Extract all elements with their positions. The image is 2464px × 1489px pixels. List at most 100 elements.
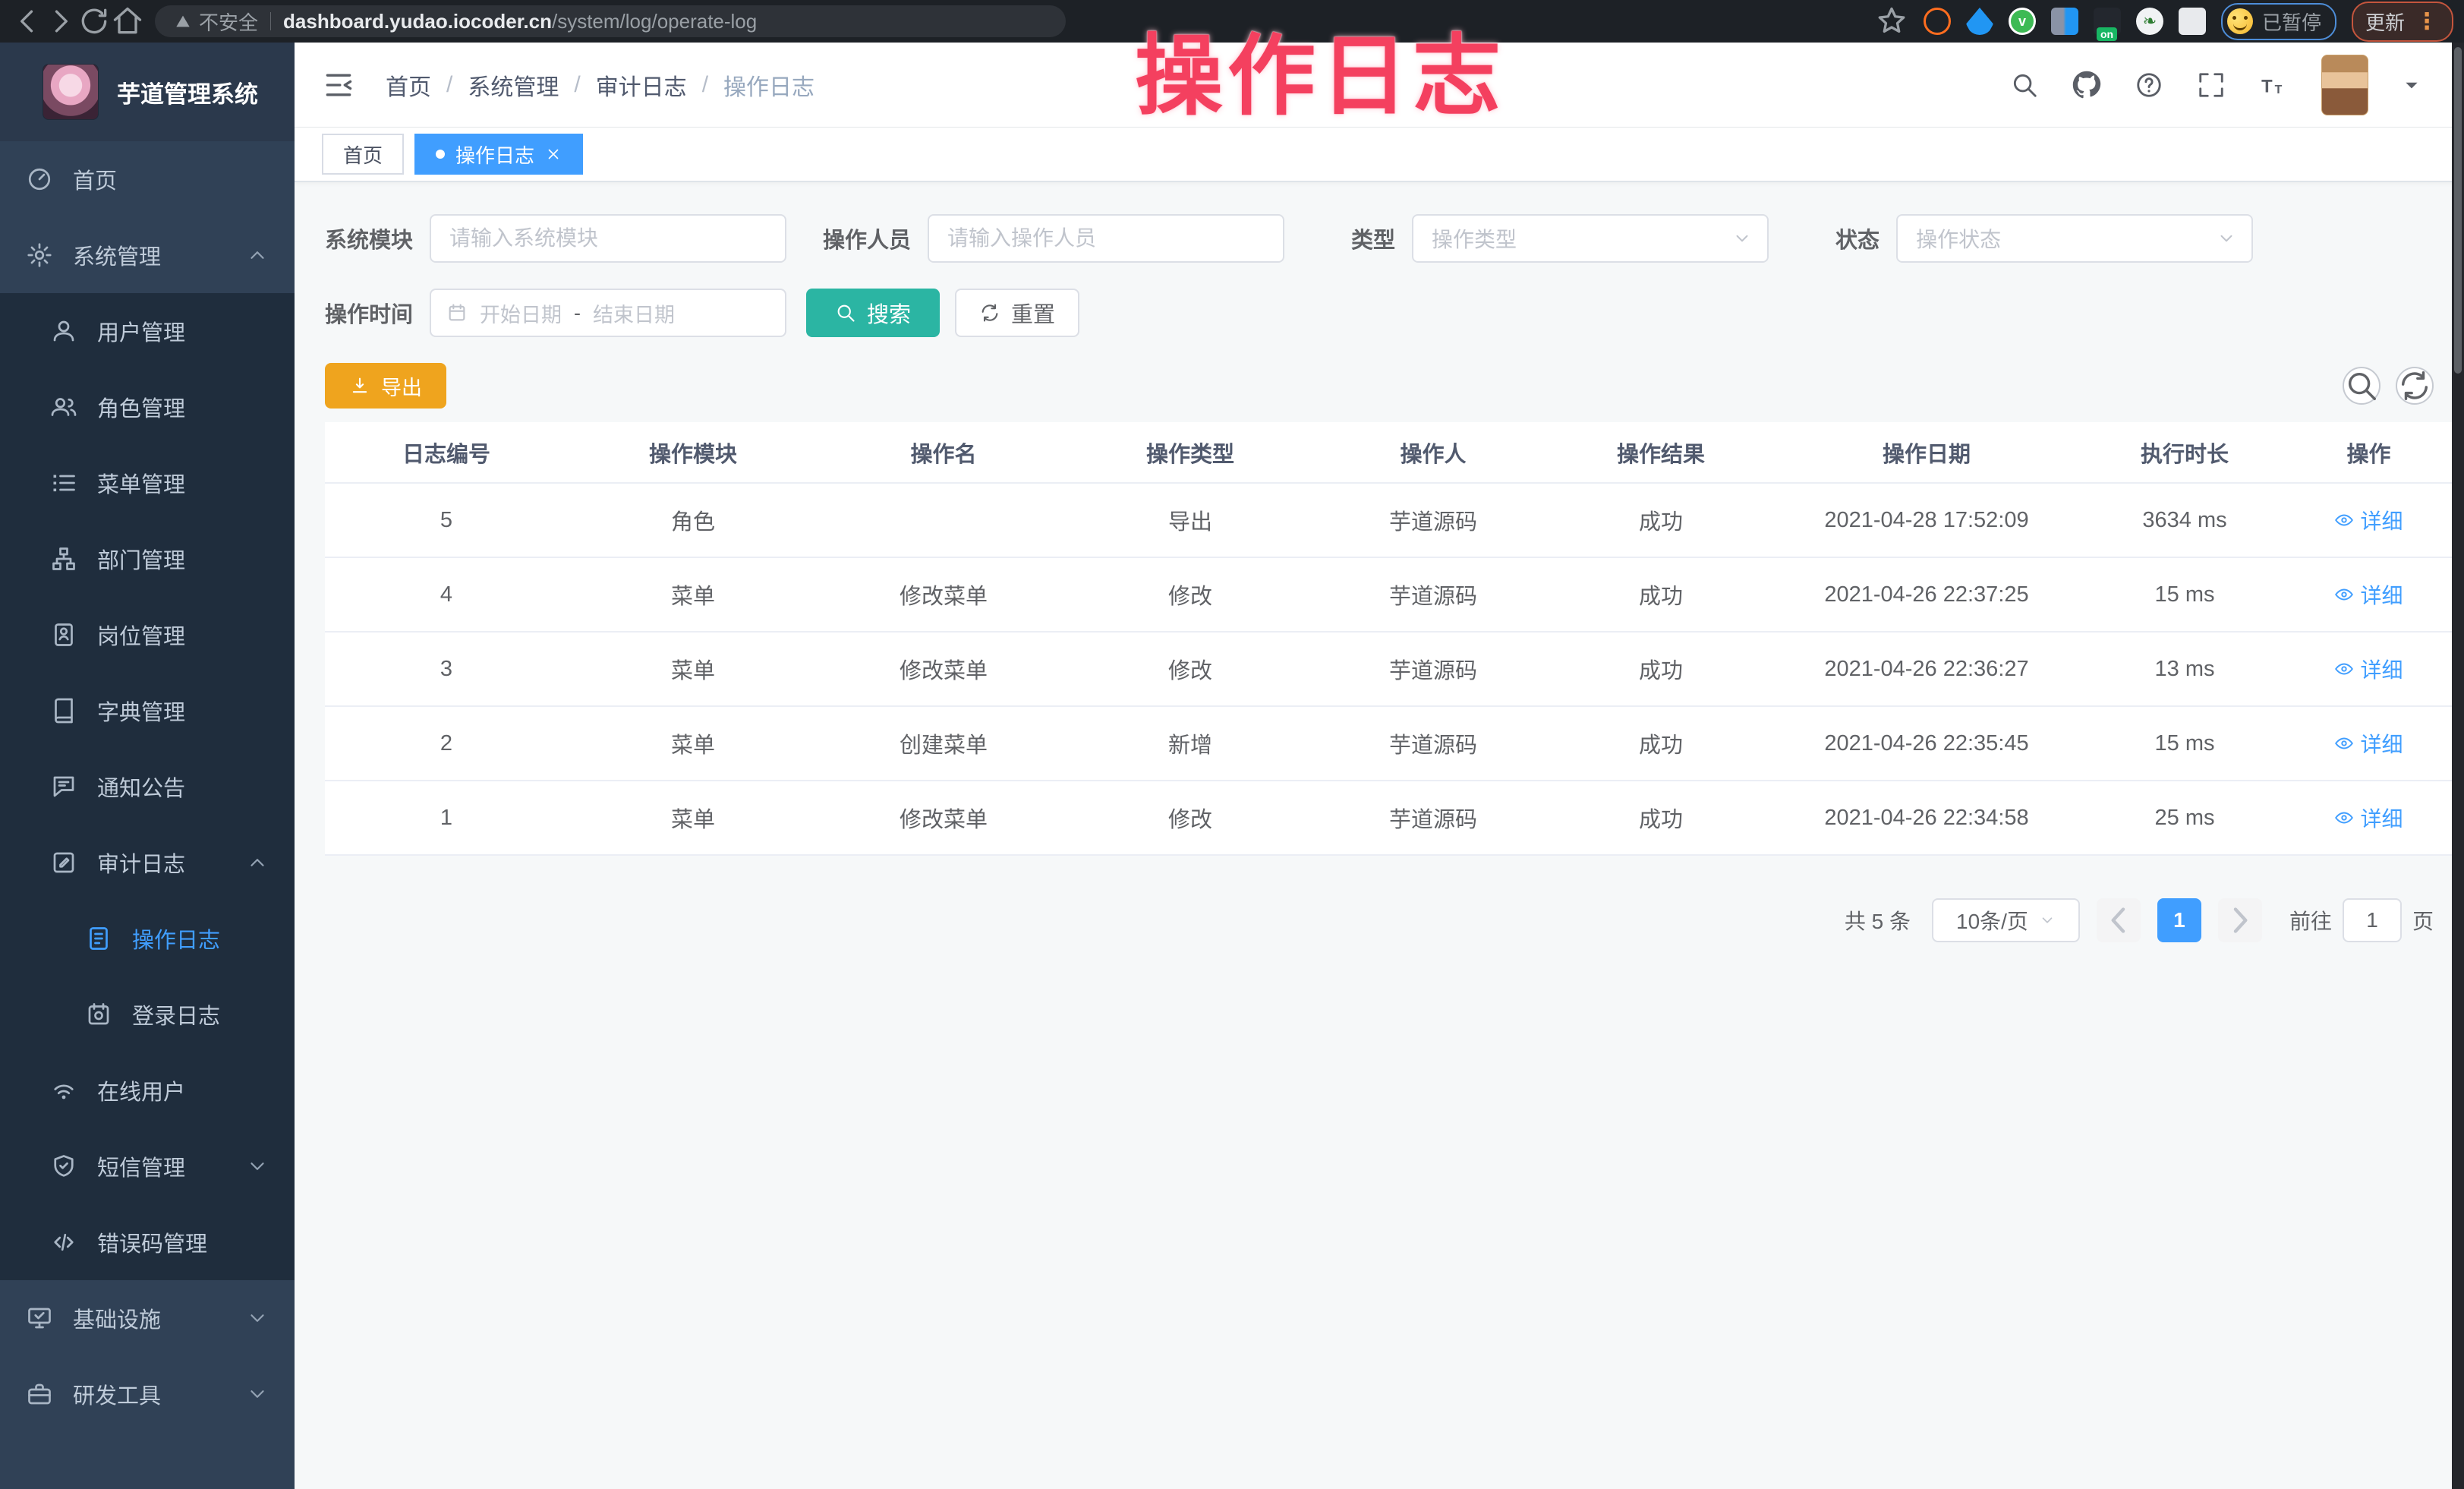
prev-page-button[interactable] bbox=[2097, 898, 2141, 942]
sidebar-menu: 首页系统管理用户管理角色管理菜单管理部门管理岗位管理字典管理通知公告审计日志操作… bbox=[0, 141, 295, 1432]
help-icon[interactable] bbox=[2135, 71, 2163, 99]
browser-update-button[interactable]: 更新 ⋮ bbox=[2352, 2, 2453, 42]
table-cell: 5 bbox=[325, 483, 568, 557]
sidebar-logo-row[interactable]: 芋道管理系统 bbox=[0, 43, 295, 141]
sidebar-item-8[interactable]: 通知公告 bbox=[0, 749, 295, 825]
sidebar-item-10[interactable]: 操作日志 bbox=[0, 901, 295, 976]
table-cell-actions: 详细 bbox=[2283, 706, 2454, 781]
page-unit-label: 页 bbox=[2412, 905, 2434, 935]
eye-icon bbox=[2334, 808, 2354, 828]
tags-view-bar: 首页 操作日志 bbox=[295, 128, 2464, 182]
browser-forward-button[interactable] bbox=[44, 5, 77, 38]
browser-menu-icon[interactable]: ⋮ bbox=[2415, 8, 2440, 35]
close-tab-icon[interactable] bbox=[545, 146, 562, 162]
sidebar-item-4[interactable]: 菜单管理 bbox=[0, 445, 295, 521]
type-select[interactable]: 操作类型 bbox=[1412, 214, 1769, 263]
browser-back-button[interactable] bbox=[11, 5, 44, 38]
toggle-search-button[interactable] bbox=[2343, 367, 2381, 405]
extension-icon-green-sprout[interactable]: ❧ bbox=[2136, 8, 2163, 35]
eye-icon bbox=[2334, 510, 2354, 530]
breadcrumb: 首页 / 系统管理 / 审计日志 / 操作日志 bbox=[386, 68, 815, 102]
range-separator: - bbox=[574, 301, 581, 325]
star-icon bbox=[1875, 5, 1908, 38]
sidebar-item-1[interactable]: 系统管理 bbox=[0, 217, 295, 293]
sidebar-item-0[interactable]: 首页 bbox=[0, 141, 295, 217]
reload-icon bbox=[77, 5, 111, 38]
paused-extension-pill[interactable]: 已暂停 bbox=[2221, 3, 2336, 40]
table-cell: 菜单 bbox=[568, 632, 818, 706]
browser-reload-button[interactable] bbox=[77, 5, 111, 38]
status-select[interactable]: 操作状态 bbox=[1896, 214, 2253, 263]
app-header: 首页 / 系统管理 / 审计日志 / 操作日志 TT bbox=[295, 43, 2464, 128]
header-search-icon[interactable] bbox=[2010, 71, 2039, 99]
page-number-1[interactable]: 1 bbox=[2157, 898, 2201, 942]
detail-link[interactable]: 详细 bbox=[2334, 654, 2403, 684]
table-cell: 成功 bbox=[1555, 632, 1767, 706]
breadcrumb-audit[interactable]: 审计日志 bbox=[596, 68, 687, 102]
sidebar-item-12[interactable]: 在线用户 bbox=[0, 1052, 295, 1128]
search-button[interactable]: 搜索 bbox=[806, 289, 940, 337]
refresh-table-button[interactable] bbox=[2396, 367, 2434, 405]
scrollbar-thumb[interactable] bbox=[2454, 47, 2462, 374]
sidebar-collapse-button[interactable] bbox=[322, 68, 355, 102]
sidebar-item-2[interactable]: 用户管理 bbox=[0, 293, 295, 369]
extension-icon-dark-on[interactable]: on bbox=[2094, 8, 2121, 35]
table-row: 2菜单创建菜单新增芋道源码成功2021-04-26 22:35:4515 ms详… bbox=[325, 706, 2454, 781]
main-area: 首页 / 系统管理 / 审计日志 / 操作日志 TT bbox=[295, 43, 2464, 1489]
browser-home-button[interactable] bbox=[111, 5, 144, 38]
sidebar-item-7[interactable]: 字典管理 bbox=[0, 673, 295, 749]
detail-link[interactable]: 详细 bbox=[2334, 579, 2403, 610]
extension-icon-orange-ring[interactable] bbox=[1924, 8, 1951, 35]
search-button-label: 搜索 bbox=[867, 297, 911, 329]
detail-link[interactable]: 详细 bbox=[2334, 728, 2403, 759]
breadcrumb-home[interactable]: 首页 bbox=[386, 68, 431, 102]
operator-input[interactable] bbox=[928, 214, 1284, 263]
detail-link-label: 详细 bbox=[2360, 728, 2403, 759]
extension-icon-green-v[interactable]: v bbox=[2009, 8, 2036, 35]
address-bar[interactable]: 不安全 dashboard.yudao.iocoder.cn /system/l… bbox=[155, 5, 1066, 37]
breadcrumb-system[interactable]: 系统管理 bbox=[468, 68, 559, 102]
reset-button[interactable]: 重置 bbox=[955, 289, 1079, 337]
window-scrollbar[interactable] bbox=[2452, 43, 2464, 1489]
next-page-button[interactable] bbox=[2218, 898, 2262, 942]
sidebar-item-3[interactable]: 角色管理 bbox=[0, 369, 295, 445]
table-cell: 4 bbox=[325, 557, 568, 632]
not-secure-label: 不安全 bbox=[199, 8, 258, 36]
sidebar-item-6[interactable]: 岗位管理 bbox=[0, 597, 295, 673]
detail-link[interactable]: 详细 bbox=[2334, 505, 2403, 535]
sidebar-item-label: 用户管理 bbox=[97, 315, 185, 347]
export-button[interactable]: 导出 bbox=[325, 363, 446, 409]
url-divider bbox=[270, 12, 271, 30]
sidebar-item-15[interactable]: 基础设施 bbox=[0, 1280, 295, 1356]
user-avatar[interactable] bbox=[2321, 55, 2368, 115]
page-size-select[interactable]: 10条/页 bbox=[1932, 898, 2080, 942]
sidebar-item-16[interactable]: 研发工具 bbox=[0, 1356, 295, 1432]
fullscreen-icon[interactable] bbox=[2197, 71, 2226, 99]
module-input[interactable] bbox=[430, 214, 786, 263]
bookmark-star-button[interactable] bbox=[1875, 5, 1908, 38]
chevron-down-icon bbox=[246, 1155, 269, 1178]
sidebar-item-9[interactable]: 审计日志 bbox=[0, 825, 295, 901]
chevron-down-icon bbox=[2039, 912, 2056, 929]
goto-page-input[interactable] bbox=[2343, 898, 2402, 942]
date-range-picker[interactable]: 开始日期 - 结束日期 bbox=[430, 289, 786, 337]
chevron-down-icon bbox=[246, 1307, 269, 1330]
sidebar-item-13[interactable]: 短信管理 bbox=[0, 1128, 295, 1204]
module-label: 系统模块 bbox=[325, 222, 413, 254]
sidebar-item-5[interactable]: 部门管理 bbox=[0, 521, 295, 597]
tab-home[interactable]: 首页 bbox=[322, 134, 404, 175]
detail-link[interactable]: 详细 bbox=[2334, 803, 2403, 833]
error-code-icon bbox=[50, 1229, 77, 1256]
sidebar-item-14[interactable]: 错误码管理 bbox=[0, 1204, 295, 1280]
table-cell: 2021-04-26 22:34:58 bbox=[1767, 781, 2086, 855]
goto-label: 前往 bbox=[2289, 905, 2332, 935]
font-size-icon[interactable]: TT bbox=[2259, 71, 2288, 99]
avatar-caret-down-icon[interactable] bbox=[2402, 75, 2421, 95]
extension-icon-blue-drop[interactable] bbox=[1966, 8, 1993, 35]
extension-icon-columns[interactable] bbox=[2051, 8, 2078, 35]
github-icon[interactable] bbox=[2072, 71, 2101, 99]
sidebar-item-11[interactable]: 登录日志 bbox=[0, 976, 295, 1052]
table-cell: 修改菜单 bbox=[818, 781, 1069, 855]
tab-operate-log[interactable]: 操作日志 bbox=[414, 134, 583, 175]
extension-icon-puzzle[interactable] bbox=[2179, 8, 2206, 35]
